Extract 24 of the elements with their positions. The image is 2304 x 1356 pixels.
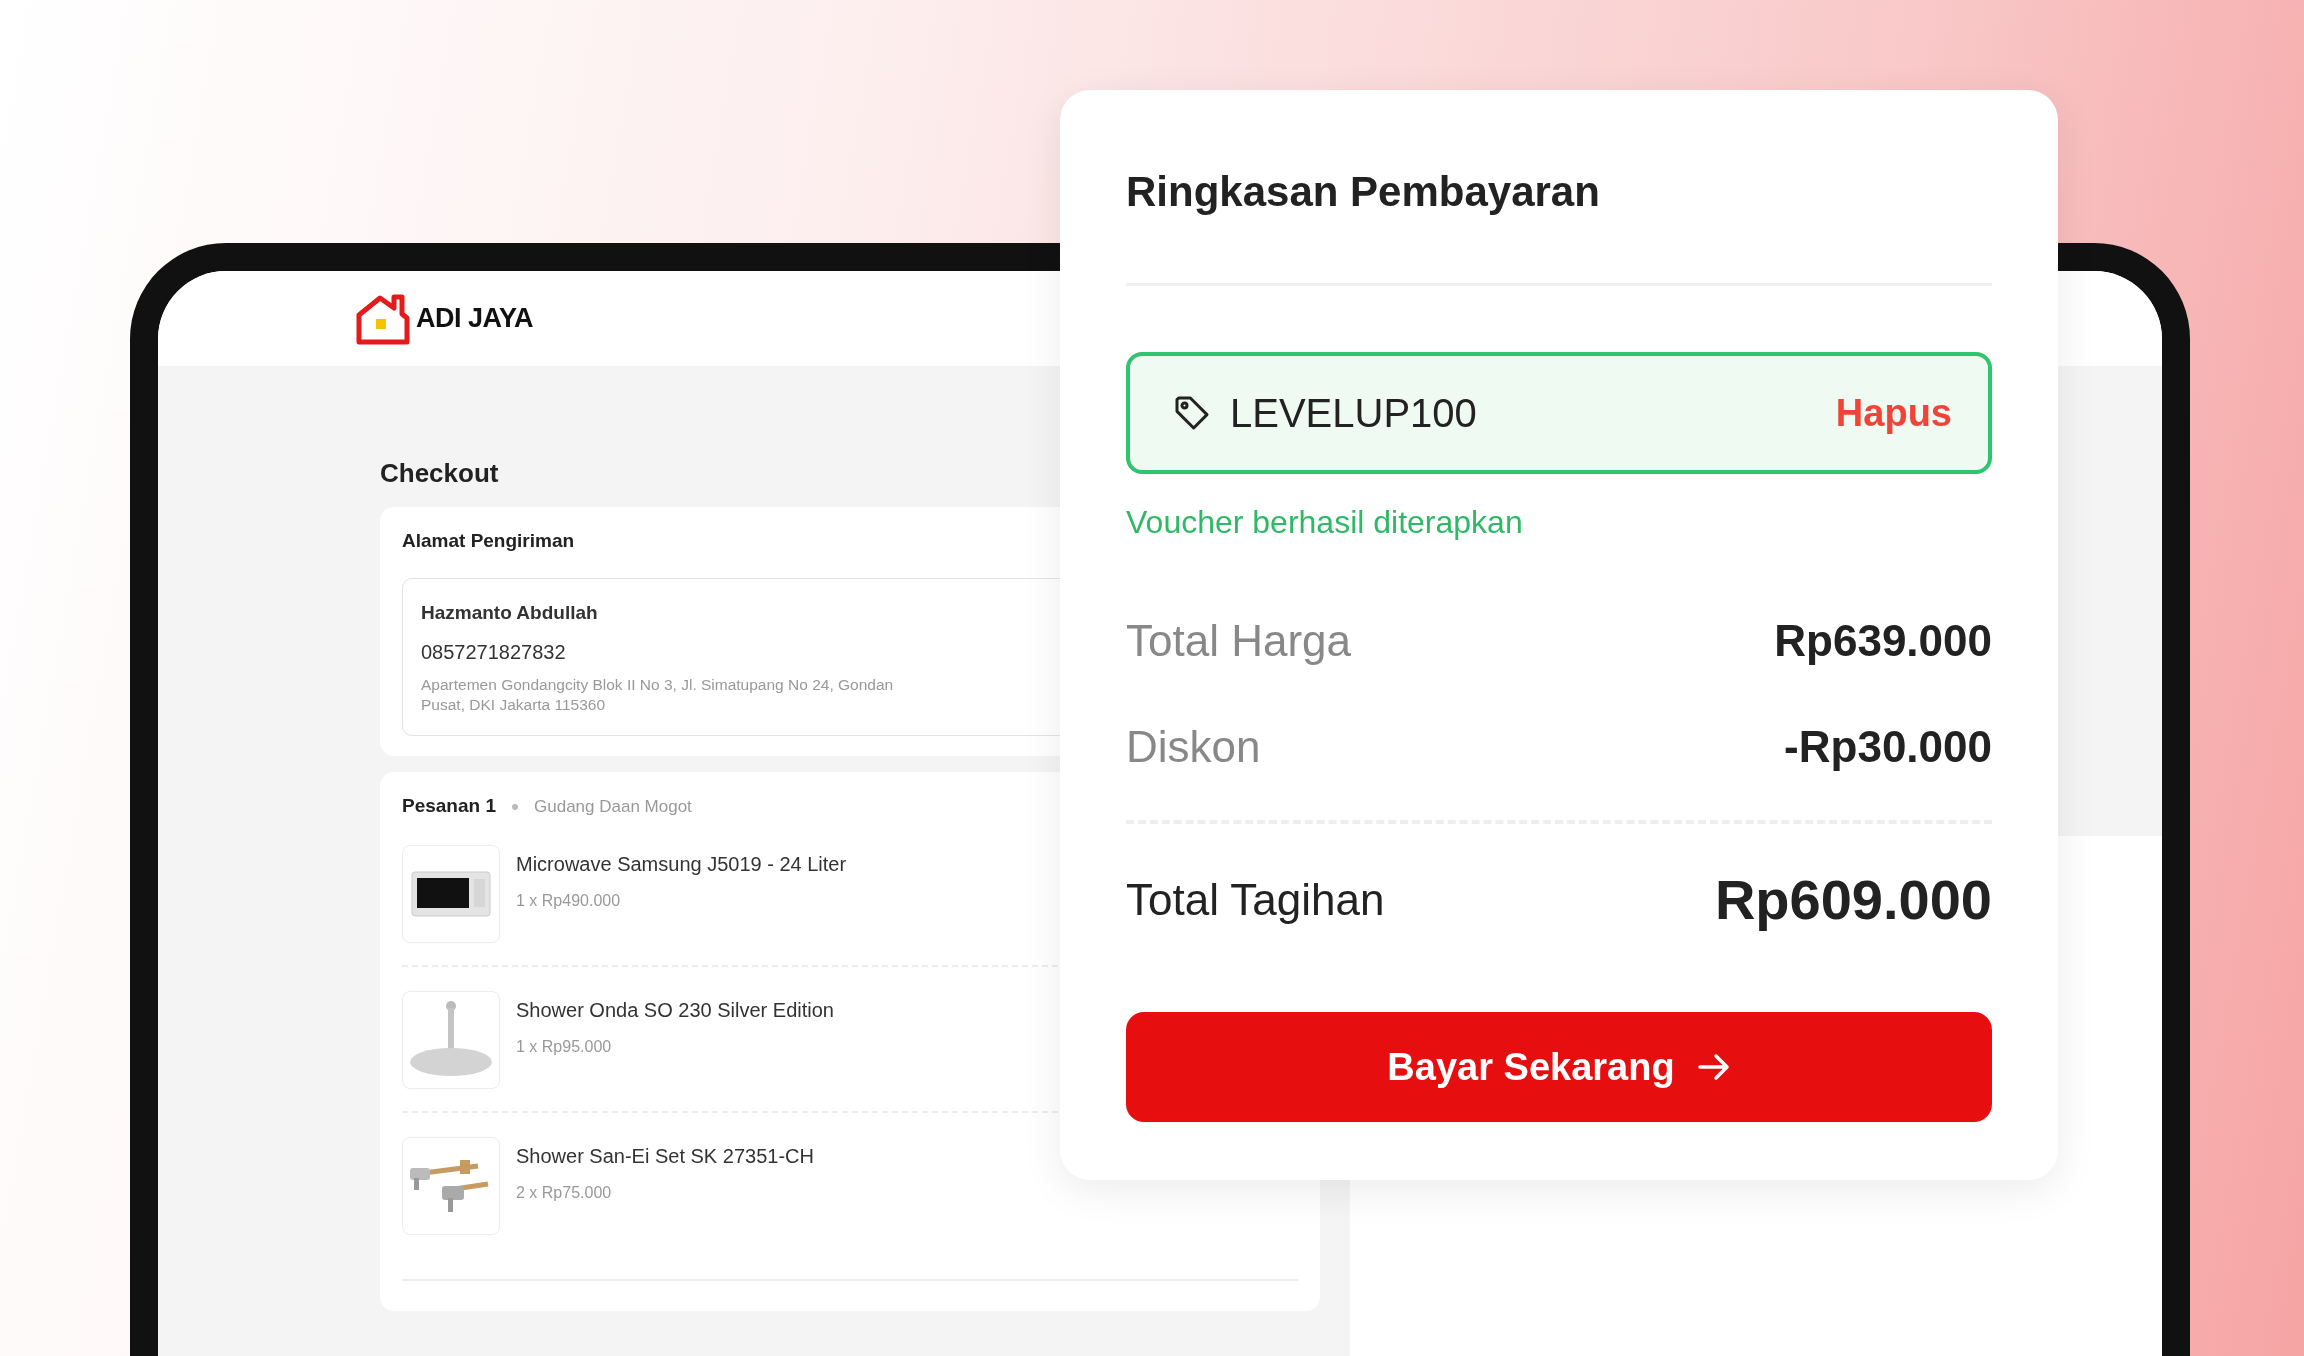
quantity-price: 2 x Rp75.000 [516, 1182, 612, 1203]
product-name: Microwave Samsung J5019 - 24 Liter [516, 851, 847, 877]
order-title: Pesanan 1 [402, 794, 496, 819]
section-heading: Alamat Pengiriman [402, 529, 575, 553]
quantity-price: 1 x Rp95.000 [516, 1036, 612, 1057]
card-title: Ringkasan Pembayaran [1126, 167, 1600, 217]
product-name: Shower Onda SO 230 Silver Edition [516, 997, 834, 1023]
summary-value: -Rp30.000 [1784, 721, 1992, 773]
address-text: Apartemen Gondangcity Blok II No 3, Jl. Simatupang No 24, Gondan [421, 675, 894, 695]
warehouse-name: Gudang Daan Mogot [534, 795, 692, 818]
quantity-price: 1 x Rp490.000 [516, 890, 621, 911]
recipient-name: Hazmanto Abdullah [421, 600, 598, 625]
summary-label: Diskon [1126, 721, 1261, 773]
summary-value: Rp639.000 [1774, 615, 1992, 667]
page-title: Checkout [380, 457, 499, 490]
phone-number: 0857271827832 [421, 640, 566, 665]
summary-label: Total Harga [1126, 615, 1351, 667]
product-name: Shower San-Ei Set SK 27351-CH [516, 1143, 814, 1169]
brand-name: ADI JAYA [416, 302, 534, 336]
voucher-code: LEVELUP100 [1230, 390, 1478, 437]
address-text: Pusat, DKI Jakarta 115360 [421, 695, 606, 716]
total-label: Total Tagihan [1126, 874, 1385, 926]
total-amount: Rp609.000 [1714, 867, 1992, 933]
success-message: Voucher berhasil diterapkan [1126, 503, 1523, 542]
